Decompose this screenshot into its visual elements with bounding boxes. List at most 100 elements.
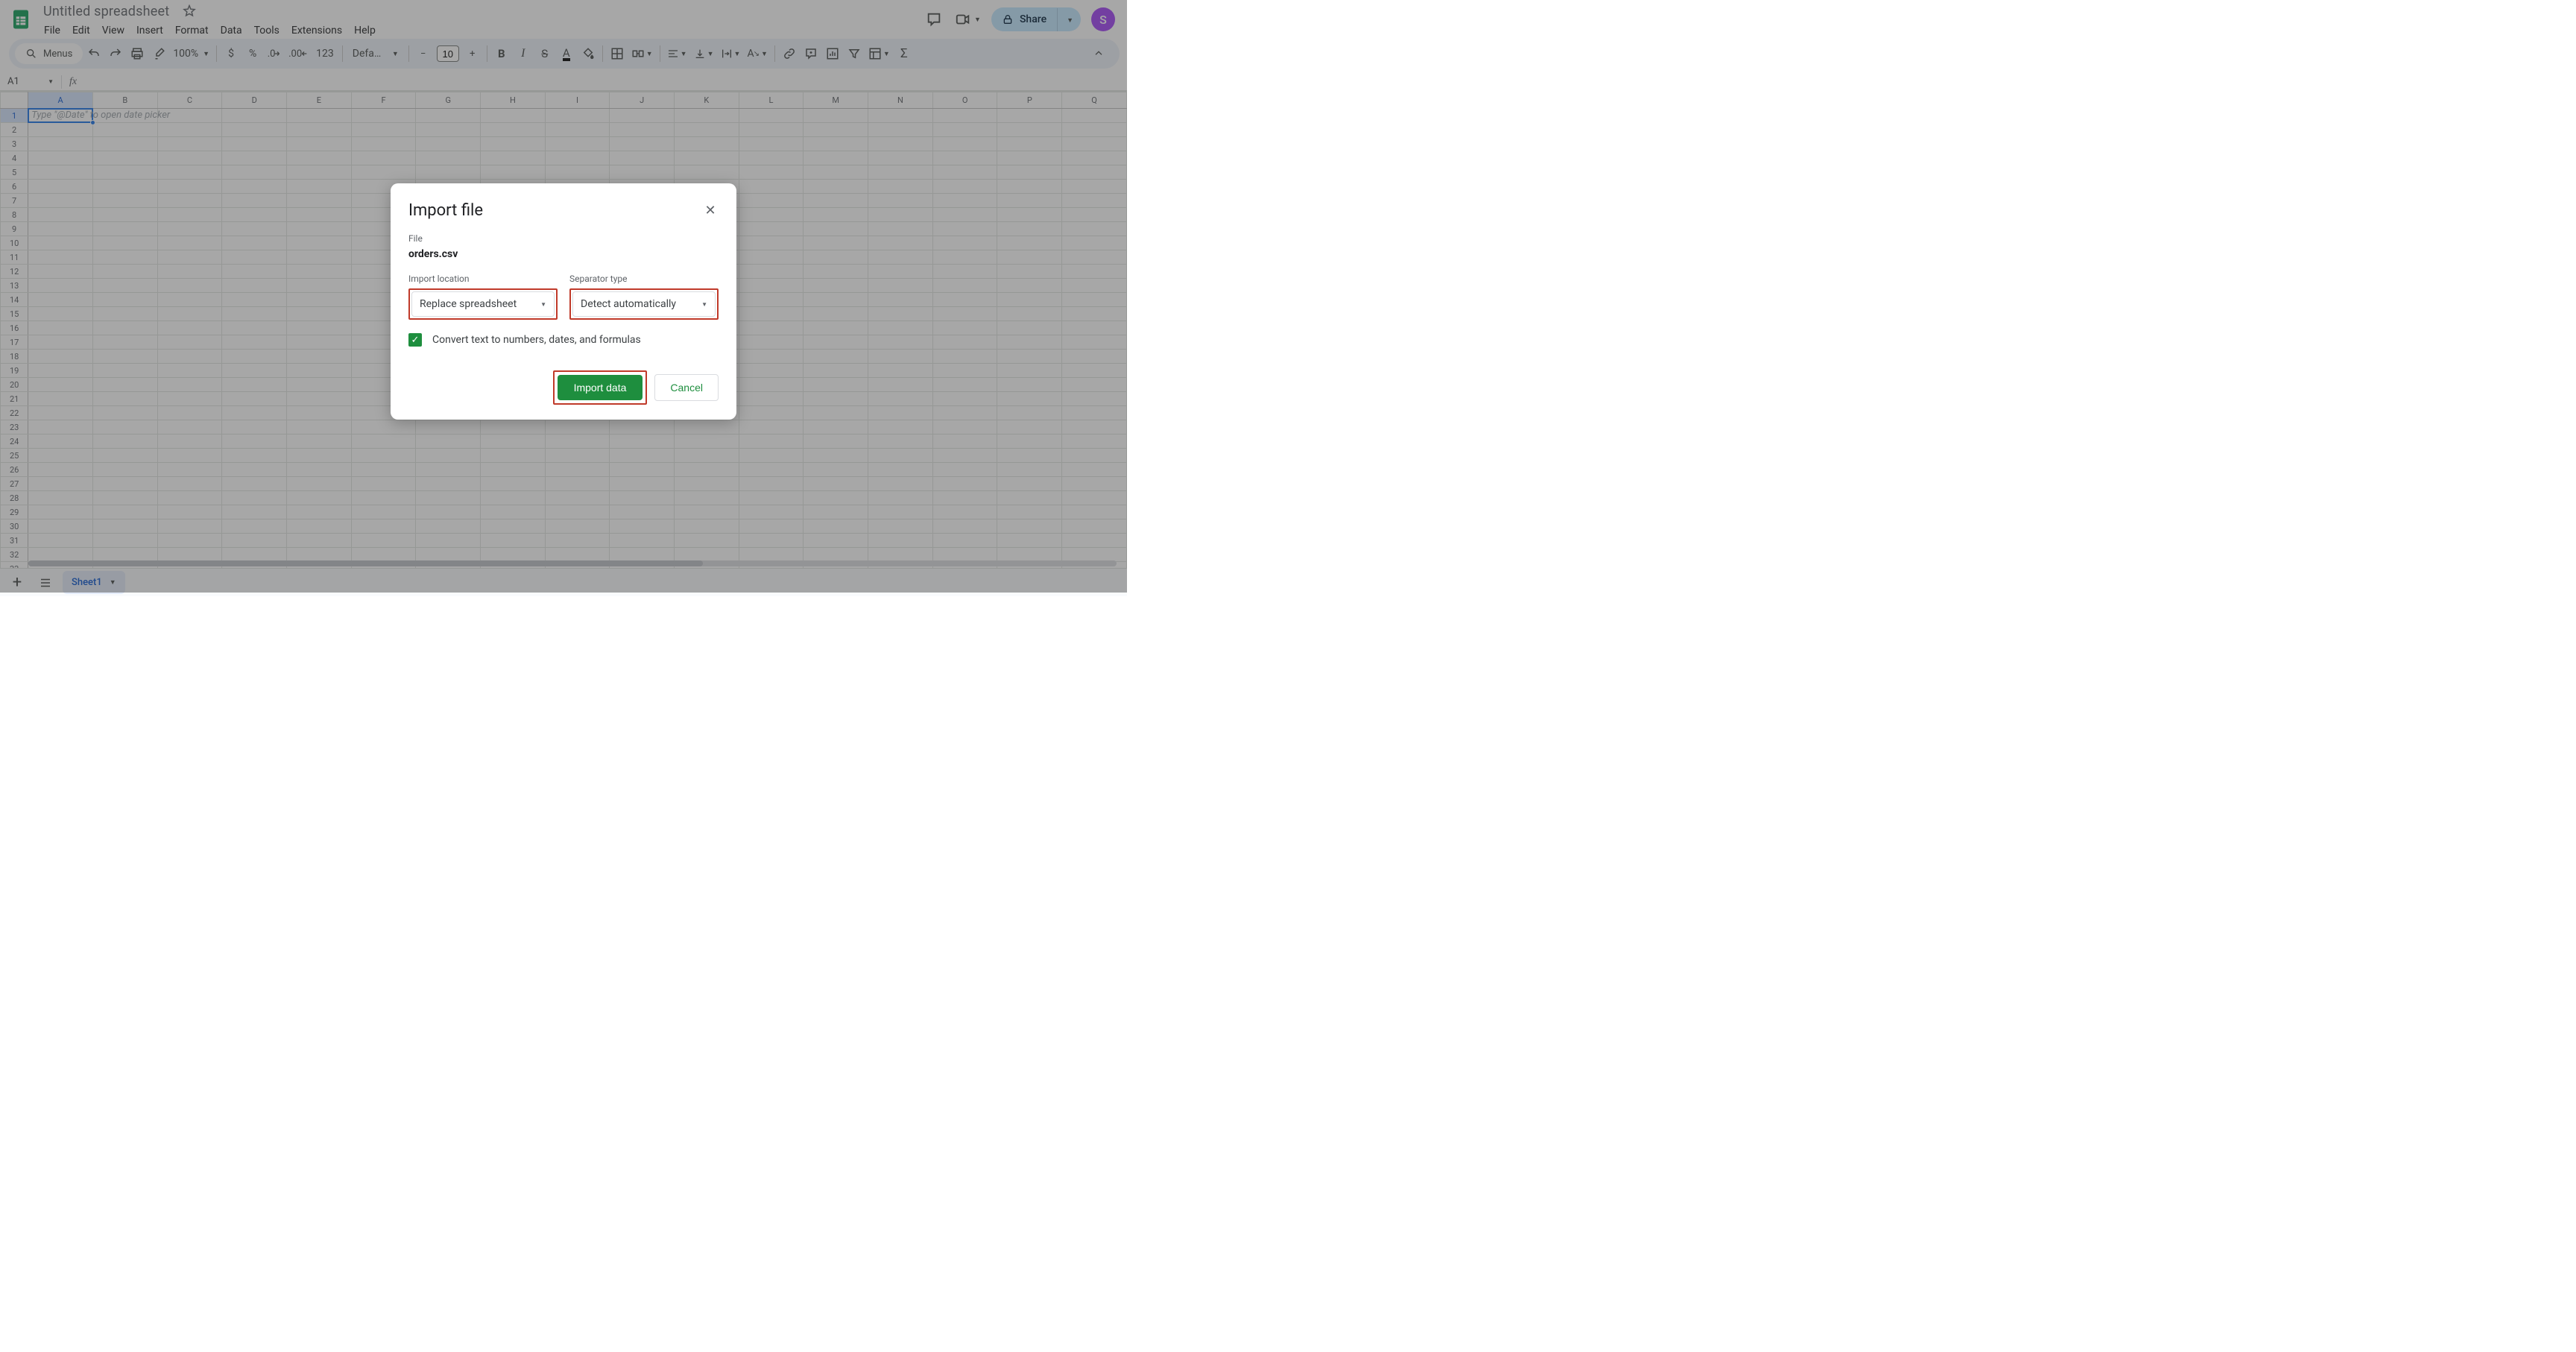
cell[interactable] bbox=[222, 151, 287, 165]
row-header[interactable]: 6 bbox=[1, 180, 28, 194]
cell[interactable] bbox=[222, 364, 287, 378]
cell[interactable] bbox=[1062, 180, 1127, 194]
cell[interactable] bbox=[222, 250, 287, 265]
cell[interactable] bbox=[351, 491, 416, 505]
row-header[interactable]: 33 bbox=[1, 562, 28, 569]
cell[interactable] bbox=[287, 335, 352, 350]
cell[interactable] bbox=[997, 151, 1062, 165]
cell[interactable] bbox=[157, 265, 222, 279]
cell[interactable] bbox=[287, 236, 352, 250]
name-box[interactable]: A1▼ bbox=[0, 76, 61, 87]
cell[interactable] bbox=[416, 491, 481, 505]
cell[interactable] bbox=[157, 194, 222, 208]
cell[interactable] bbox=[287, 505, 352, 519]
cell[interactable] bbox=[932, 151, 997, 165]
cell[interactable] bbox=[1062, 505, 1127, 519]
cell[interactable] bbox=[739, 180, 804, 194]
insert-chart-button[interactable] bbox=[822, 42, 843, 65]
cell[interactable] bbox=[932, 194, 997, 208]
cell[interactable] bbox=[932, 165, 997, 180]
cell[interactable] bbox=[932, 534, 997, 548]
cell[interactable] bbox=[545, 548, 610, 562]
column-header[interactable]: L bbox=[739, 92, 804, 109]
cell[interactable] bbox=[997, 420, 1062, 435]
cell[interactable] bbox=[1062, 449, 1127, 463]
cell[interactable] bbox=[997, 350, 1062, 364]
cell[interactable] bbox=[739, 378, 804, 392]
cell[interactable] bbox=[481, 435, 546, 449]
cell[interactable] bbox=[804, 180, 868, 194]
functions-button[interactable]: Σ bbox=[894, 42, 915, 65]
row-header[interactable]: 10 bbox=[1, 236, 28, 250]
row-header[interactable]: 24 bbox=[1, 435, 28, 449]
cell[interactable] bbox=[93, 151, 158, 165]
cell[interactable] bbox=[674, 109, 739, 123]
cell[interactable] bbox=[804, 123, 868, 137]
cell[interactable] bbox=[610, 109, 675, 123]
select-all-corner[interactable] bbox=[1, 92, 28, 109]
cell[interactable] bbox=[804, 151, 868, 165]
sheet-tab[interactable]: Sheet1▼ bbox=[63, 571, 125, 594]
cell[interactable] bbox=[868, 519, 933, 534]
cell[interactable] bbox=[1062, 435, 1127, 449]
cell[interactable] bbox=[157, 279, 222, 293]
cell[interactable] bbox=[804, 378, 868, 392]
cell[interactable] bbox=[868, 151, 933, 165]
cell[interactable] bbox=[739, 364, 804, 378]
cell[interactable] bbox=[804, 420, 868, 435]
cell[interactable] bbox=[157, 335, 222, 350]
cell[interactable] bbox=[28, 420, 93, 435]
cell[interactable] bbox=[545, 505, 610, 519]
cell[interactable] bbox=[157, 364, 222, 378]
cell[interactable] bbox=[868, 307, 933, 321]
cell[interactable] bbox=[997, 335, 1062, 350]
cell[interactable] bbox=[93, 435, 158, 449]
cell[interactable] bbox=[28, 250, 93, 265]
cell[interactable] bbox=[157, 109, 222, 123]
column-header[interactable]: Q bbox=[1062, 92, 1127, 109]
cell[interactable] bbox=[868, 406, 933, 420]
cell[interactable] bbox=[28, 137, 93, 151]
cell[interactable] bbox=[739, 463, 804, 477]
cell[interactable] bbox=[28, 350, 93, 364]
cell[interactable] bbox=[739, 250, 804, 265]
cell[interactable] bbox=[674, 449, 739, 463]
cell[interactable] bbox=[93, 165, 158, 180]
cell[interactable] bbox=[287, 491, 352, 505]
cell[interactable] bbox=[932, 406, 997, 420]
cell[interactable] bbox=[287, 350, 352, 364]
cell[interactable] bbox=[997, 548, 1062, 562]
row-header[interactable]: 15 bbox=[1, 307, 28, 321]
cell[interactable] bbox=[997, 435, 1062, 449]
cell[interactable] bbox=[997, 194, 1062, 208]
cell[interactable] bbox=[351, 449, 416, 463]
row-header[interactable]: 5 bbox=[1, 165, 28, 180]
row-header[interactable]: 3 bbox=[1, 137, 28, 151]
cell[interactable] bbox=[997, 293, 1062, 307]
cell[interactable] bbox=[481, 165, 546, 180]
row-header[interactable]: 16 bbox=[1, 321, 28, 335]
cell[interactable] bbox=[481, 505, 546, 519]
cell[interactable] bbox=[157, 250, 222, 265]
cell[interactable] bbox=[1062, 165, 1127, 180]
sheet-tab-menu-icon[interactable]: ▼ bbox=[110, 578, 116, 587]
cell[interactable] bbox=[1062, 392, 1127, 406]
cell[interactable] bbox=[1062, 463, 1127, 477]
cell[interactable] bbox=[222, 335, 287, 350]
cell[interactable] bbox=[222, 463, 287, 477]
cell[interactable] bbox=[481, 491, 546, 505]
cell[interactable] bbox=[351, 548, 416, 562]
cell[interactable] bbox=[932, 307, 997, 321]
cell[interactable] bbox=[674, 435, 739, 449]
cell[interactable] bbox=[932, 435, 997, 449]
cell[interactable] bbox=[28, 392, 93, 406]
cell[interactable] bbox=[997, 477, 1062, 491]
cell[interactable] bbox=[1062, 548, 1127, 562]
cell[interactable] bbox=[997, 491, 1062, 505]
close-button[interactable]: ✕ bbox=[702, 203, 719, 219]
cell[interactable] bbox=[28, 364, 93, 378]
cell[interactable] bbox=[93, 335, 158, 350]
cell[interactable] bbox=[1062, 293, 1127, 307]
cell[interactable] bbox=[545, 151, 610, 165]
cell[interactable] bbox=[28, 548, 93, 562]
